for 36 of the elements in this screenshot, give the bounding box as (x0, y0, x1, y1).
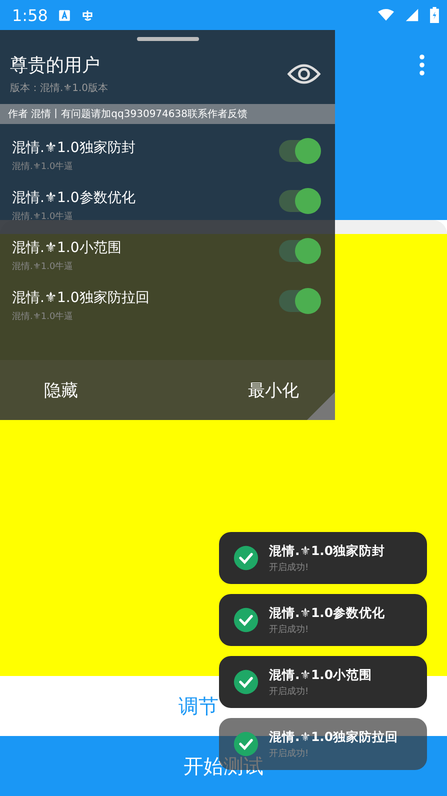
toast-message: 开启成功! (269, 562, 310, 574)
resize-handle-icon[interactable] (307, 392, 335, 420)
panel-button[interactable]: 隐藏 (40, 374, 82, 406)
wifi-icon (378, 8, 394, 22)
toggle-switch[interactable] (279, 240, 319, 262)
drag-handle[interactable] (136, 37, 198, 41)
check-circle-icon (233, 545, 259, 571)
signal-icon (404, 8, 420, 22)
toast-message: 开启成功! (269, 624, 310, 636)
version-text: 版本：混情.⚜1.0版本 (10, 82, 110, 95)
check-circle-icon (233, 731, 259, 757)
status-time: 1:58 (12, 6, 48, 24)
check-circle-icon (233, 669, 259, 695)
toggle-switch[interactable] (279, 290, 319, 312)
option-label: 混情.⚜1.0独家防封 (12, 139, 136, 157)
battery-icon (430, 7, 439, 23)
toggle-switch[interactable] (279, 140, 319, 162)
notification-icon (58, 8, 71, 22)
more-menu-icon[interactable] (419, 54, 425, 76)
check-circle-icon (233, 607, 259, 633)
toast-message: 开启成功! (269, 748, 310, 760)
option-description: 混情.⚜1.0牛逼 (12, 160, 74, 173)
eye-icon[interactable] (287, 62, 321, 86)
toast-title: 混情.⚜1.0参数优化 (269, 604, 386, 622)
toast-message: 开启成功! (269, 686, 310, 698)
option-label: 混情.⚜1.0参数优化 (12, 189, 136, 207)
panel-title: 尊贵的用户 (10, 54, 101, 77)
toggle-switch[interactable] (279, 190, 319, 212)
option-label: 混情.⚜1.0独家防拉回 (12, 289, 150, 307)
panel-button[interactable]: 最小化 (244, 374, 303, 406)
notice-bar: 作者 混情丨有问题请加qq3930974638联系作者反馈 (0, 104, 335, 124)
toast-title: 混情.⚜1.0独家防封 (269, 542, 386, 560)
option-description: 混情.⚜1.0牛逼 (12, 260, 74, 273)
option-description: 混情.⚜1.0牛逼 (12, 310, 74, 323)
option-label: 混情.⚜1.0小范围 (12, 239, 122, 257)
option-description: 混情.⚜1.0牛逼 (12, 210, 74, 223)
